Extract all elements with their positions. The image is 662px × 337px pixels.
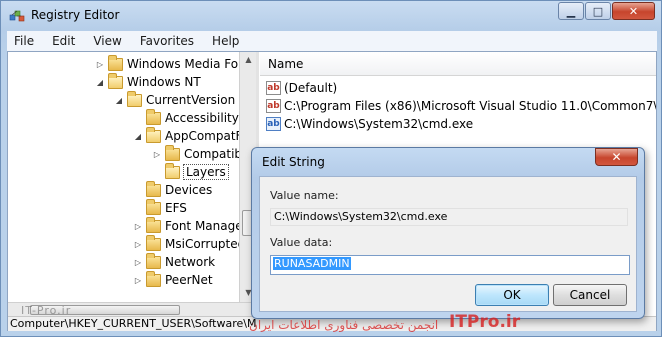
edit-string-dialog: Edit String ✕ Value name: C:\Windows\Sys…	[251, 147, 645, 319]
ok-button[interactable]: OK	[475, 284, 549, 306]
folder-icon	[146, 198, 161, 215]
tree-item-layers[interactable]: Layers	[151, 162, 229, 181]
folder-icon	[165, 144, 180, 161]
expand-arrow-icon[interactable]: ▷	[94, 60, 106, 69]
value-data-input[interactable]: RUNASADMIN	[270, 255, 630, 275]
folder-icon	[146, 252, 161, 269]
title-bar[interactable]: Registry Editor ▁ □ ✕	[1, 1, 661, 31]
tree-item-peernet[interactable]: ▷ PeerNet	[132, 270, 213, 289]
expand-arrow-icon[interactable]: ▷	[132, 276, 144, 285]
tree-item-current-version[interactable]: ◢ CurrentVersion	[113, 90, 236, 109]
dialog-body: Value name: C:\Windows\System32\cmd.exe …	[259, 176, 637, 312]
column-header-name[interactable]: Name	[260, 52, 656, 76]
tree-item-label: Windows NT	[127, 75, 201, 89]
folder-open-icon	[146, 126, 161, 143]
tree-item-efs[interactable]: EFS	[132, 198, 187, 217]
tree-item-windows-nt[interactable]: ◢ Windows NT	[94, 72, 201, 91]
menu-view[interactable]: View	[90, 34, 124, 48]
value-name-field[interactable]: C:\Windows\System32\cmd.exe	[270, 208, 628, 226]
registry-editor-window: Registry Editor ▁ □ ✕ File Edit View Fav…	[0, 0, 662, 337]
folder-icon	[146, 216, 161, 233]
collapse-arrow-icon[interactable]: ◢	[113, 96, 125, 105]
expand-arrow-icon[interactable]: ▷	[132, 222, 144, 231]
menu-edit[interactable]: Edit	[49, 34, 78, 48]
tree-item-label: AppCompatF	[165, 129, 243, 143]
minimize-button[interactable]: ▁	[558, 2, 584, 20]
dialog-close-button[interactable]: ✕	[595, 148, 638, 166]
tree-item-label: Font Manage	[165, 219, 243, 233]
close-icon: ✕	[611, 150, 622, 164]
tree-item-label: Devices	[165, 183, 213, 197]
expand-arrow-icon[interactable]: ▷	[151, 150, 163, 159]
cancel-button[interactable]: Cancel	[553, 284, 627, 306]
minimize-icon: ▁	[566, 4, 576, 18]
folder-open-icon	[165, 162, 180, 179]
value-name: C:\Program Files (x86)\Microsoft Visual …	[284, 99, 656, 113]
tree-item-label: Accessibility	[165, 111, 239, 125]
tree-item-label: MsiCorrupted	[165, 237, 246, 251]
value-data-text: RUNASADMIN	[273, 257, 351, 270]
maximize-button[interactable]: □	[585, 2, 611, 20]
value-data-label: Value data:	[270, 236, 333, 249]
folder-open-icon	[127, 90, 142, 107]
folder-open-icon	[108, 72, 123, 89]
tree-item-devices[interactable]: Devices	[132, 180, 213, 199]
tree-item-label: Compatib	[184, 147, 243, 161]
folder-icon	[146, 180, 161, 197]
collapse-arrow-icon[interactable]: ◢	[94, 78, 106, 87]
registry-editor-icon	[9, 10, 25, 22]
tree-item-accessibility[interactable]: Accessibility	[132, 108, 239, 127]
close-button[interactable]: ✕	[612, 2, 655, 20]
tree-item-label: EFS	[165, 201, 187, 215]
folder-icon	[108, 54, 123, 71]
expand-arrow-icon[interactable]: ▷	[132, 258, 144, 267]
menu-bar: File Edit View Favorites Help	[7, 31, 657, 51]
tree-item-font-management[interactable]: ▷ Font Manage	[132, 216, 243, 235]
value-row[interactable]: ab (Default)	[266, 79, 337, 97]
expand-arrow-icon[interactable]: ▷	[132, 240, 144, 249]
menu-favorites[interactable]: Favorites	[137, 34, 197, 48]
menu-file[interactable]: File	[11, 34, 37, 48]
string-value-icon: ab	[266, 99, 281, 113]
string-value-icon: ab	[266, 81, 281, 95]
folder-icon	[146, 108, 161, 125]
dialog-title: Edit String	[262, 155, 325, 169]
folder-icon	[146, 270, 161, 287]
key-tree[interactable]: ▷ Windows Media Fou ◢ Windows NT ◢ Curre…	[8, 52, 258, 302]
string-value-icon: ab	[266, 117, 281, 131]
value-name: (Default)	[284, 81, 338, 95]
tree-item-label: CurrentVersion	[146, 93, 236, 107]
tree-item-label: Layers	[183, 164, 229, 180]
value-name-label: Value name:	[270, 189, 339, 202]
close-icon: ✕	[628, 4, 639, 18]
tree-item-compatibility[interactable]: ▷ Compatib	[151, 144, 243, 163]
window-title: Registry Editor	[31, 8, 120, 22]
tree-item-label: Network	[165, 255, 216, 269]
tree-item-label: PeerNet	[165, 273, 213, 287]
menu-help[interactable]: Help	[209, 34, 242, 48]
folder-icon	[146, 234, 161, 251]
caption-buttons: ▁ □ ✕	[557, 2, 655, 20]
value-row[interactable]: ab C:\Program Files (x86)\Microsoft Visu…	[266, 97, 656, 115]
tree-item-appcompatflags[interactable]: ◢ AppCompatF	[132, 126, 243, 145]
collapse-arrow-icon[interactable]: ◢	[132, 132, 144, 141]
scroll-thumb[interactable]	[30, 305, 180, 315]
tree-item-msi-corrupted[interactable]: ▷ MsiCorrupted	[132, 234, 246, 253]
scroll-up-icon[interactable]: ▲	[242, 53, 255, 67]
tree-item-network[interactable]: ▷ Network	[132, 252, 216, 271]
tree-horizontal-scrollbar[interactable]	[8, 302, 256, 316]
value-name: C:\Windows\System32\cmd.exe	[284, 117, 474, 131]
tree-item-label: Windows Media Fou	[127, 57, 246, 71]
tree-item-windows-media-foundation[interactable]: ▷ Windows Media Fou	[94, 54, 246, 73]
maximize-icon: □	[592, 4, 604, 18]
value-row-selected[interactable]: ab C:\Windows\System32\cmd.exe	[266, 115, 473, 133]
